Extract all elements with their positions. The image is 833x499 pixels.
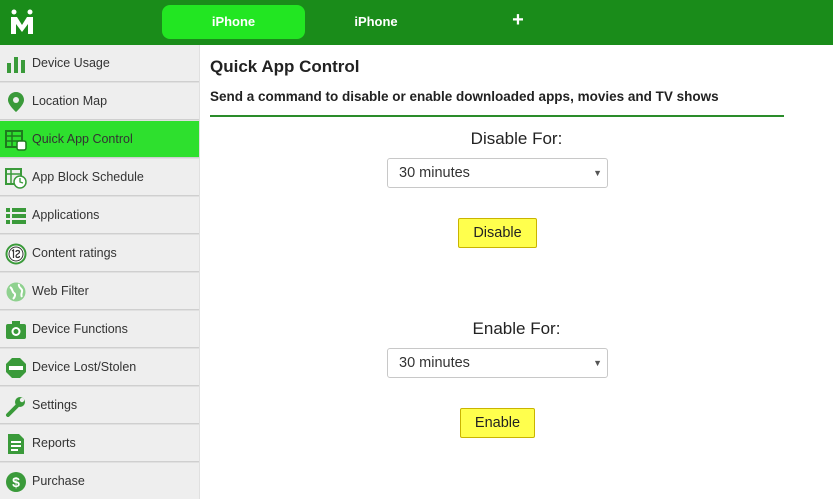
enable-duration-select[interactable]: 30 minutes ▼ [387, 348, 608, 378]
sidebar-item-device-lost-stolen[interactable]: Device Lost/Stolen [0, 349, 199, 386]
svg-text:$: $ [12, 474, 20, 490]
report-icon [8, 434, 24, 454]
sidebar-item-applications[interactable]: Applications [0, 197, 199, 234]
schedule-icon [5, 168, 27, 189]
rating-icon [5, 243, 27, 265]
sidebar-item-label: Reports [32, 436, 76, 450]
sidebar-item-device-functions[interactable]: Device Functions [0, 311, 199, 348]
enable-duration-value: 30 minutes [399, 355, 470, 371]
sidebar-item-web-filter[interactable]: Web Filter [0, 273, 199, 310]
stop-icon [6, 358, 26, 378]
sidebar-item-settings[interactable]: Settings [0, 387, 199, 424]
sidebar: Device Usage Location Map Quick App Cont… [0, 45, 200, 499]
divider [210, 115, 784, 117]
sidebar-item-reports[interactable]: Reports [0, 425, 199, 462]
enable-for-label: Enable For: [472, 319, 561, 338]
main-content: Quick App Control Send a command to disa… [200, 45, 833, 499]
add-device-button[interactable]: + [500, 5, 536, 39]
page-title: Quick App Control [210, 57, 360, 76]
sidebar-item-location-map[interactable]: Location Map [0, 83, 199, 120]
map-pin-icon [8, 92, 24, 112]
dropdown-arrow-icon: ▼ [593, 168, 602, 178]
globe-icon [6, 282, 26, 302]
disable-duration-select[interactable]: 30 minutes ▼ [387, 158, 608, 188]
sidebar-item-device-usage[interactable]: Device Usage [0, 45, 199, 82]
sidebar-item-label: Web Filter [32, 284, 89, 298]
disable-button[interactable]: Disable [458, 218, 537, 248]
sidebar-item-quick-app-control[interactable]: Quick App Control [0, 121, 199, 158]
sidebar-item-label: Content ratings [32, 246, 117, 260]
top-bar: iPhone iPhone + [0, 0, 833, 45]
logo-icon[interactable] [8, 8, 36, 36]
sidebar-item-label: Device Functions [32, 322, 128, 336]
wrench-icon [6, 397, 25, 417]
list-icon [6, 208, 26, 224]
sidebar-item-content-ratings[interactable]: Content ratings [0, 235, 199, 272]
camera-icon [6, 321, 26, 339]
dropdown-arrow-icon: ▼ [593, 358, 602, 368]
sidebar-item-label: Purchase [32, 474, 85, 488]
bar-chart-icon [7, 57, 25, 73]
sidebar-item-label: Quick App Control [32, 132, 133, 146]
device-tab-iphone-1[interactable]: iPhone [162, 5, 305, 39]
device-tab-iphone-2[interactable]: iPhone [326, 5, 426, 39]
disable-for-label: Disable For: [470, 129, 563, 148]
sidebar-item-label: Location Map [32, 94, 108, 108]
sidebar-item-purchase[interactable]: $ Purchase [0, 463, 199, 499]
sidebar-item-label: App Block Schedule [32, 170, 144, 184]
disable-duration-value: 30 minutes [399, 165, 470, 181]
sidebar-item-label: Device Lost/Stolen [32, 360, 137, 374]
page-description: Send a command to disable or enable down… [210, 89, 719, 104]
enable-button[interactable]: Enable [460, 408, 535, 438]
sidebar-item-label: Applications [32, 208, 100, 222]
dollar-icon: $ [6, 472, 26, 492]
sidebar-item-app-block-schedule[interactable]: App Block Schedule [0, 159, 199, 196]
app-control-icon [5, 130, 27, 151]
sidebar-item-label: Device Usage [32, 56, 110, 70]
sidebar-item-label: Settings [32, 398, 78, 412]
